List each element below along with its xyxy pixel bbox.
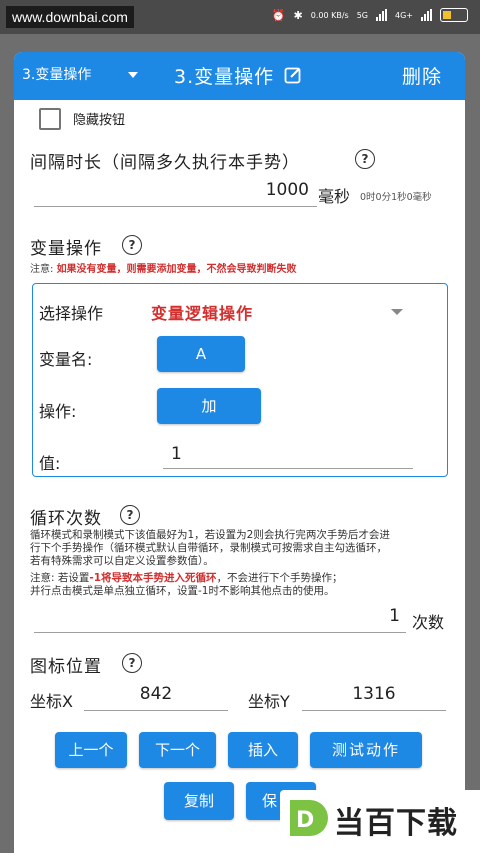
gesture-edit-dialog: 3.变量操作 3.变量操作 删除 隐藏按钮 间隔时长（间隔多久执行本手势） ? …	[14, 52, 465, 853]
note-warning-text: 如果没有变量，则需要添加变量，不然会导致判断失败	[56, 264, 297, 275]
signal-icon-2	[421, 9, 432, 21]
next-button[interactable]: 下一个	[139, 732, 216, 768]
coord-x-value: 842	[139, 684, 173, 704]
watermark-text: 当百下载	[334, 806, 458, 841]
alarm-icon: ⏰	[271, 8, 286, 22]
select-op-label: 选择操作	[39, 304, 104, 323]
coord-y-label: 坐标Y	[248, 692, 290, 711]
test-action-button[interactable]: 测试动作	[310, 732, 422, 768]
note-warning-text: -1将导致本手势进入死循环	[89, 572, 217, 584]
site-watermark-label: www.downbai.com	[6, 6, 134, 28]
help-icon[interactable]: ?	[122, 653, 142, 673]
value-input-text: 1	[171, 444, 182, 464]
interval-value: 1000	[265, 180, 309, 200]
loop-note: 注意: 若设置-1将导致本手势进入死循环，不会进行下个手势操作； 并行点击模式是…	[30, 572, 455, 598]
help-icon[interactable]: ?	[355, 149, 375, 169]
help-icon[interactable]: ?	[122, 235, 142, 255]
prev-button[interactable]: 上一个	[55, 732, 127, 768]
interval-breakdown: 0时0分1秒0毫秒	[360, 192, 432, 203]
loop-desc-line: 循环模式和录制模式下该值最好为1，若设置为2则会执行完两次手势后才会进	[30, 529, 390, 541]
edit-icon[interactable]	[284, 66, 302, 84]
help-icon[interactable]: ?	[120, 505, 140, 525]
note-suffix: ，不会进行下个手势操作；	[216, 572, 343, 584]
coord-x-label: 坐标X	[30, 692, 73, 711]
value-input[interactable]: 1	[163, 444, 413, 469]
interval-input[interactable]: 1000	[34, 180, 317, 207]
loop-count-value: 1	[389, 606, 400, 626]
var-name-label: 变量名:	[39, 350, 93, 369]
note-prefix: 注意:	[30, 264, 54, 275]
dropdown-caret-icon[interactable]	[128, 72, 138, 78]
hide-button-checkbox[interactable]	[39, 108, 61, 130]
watermark-badge: D 当百下载	[280, 790, 480, 853]
loop-unit: 次数	[412, 613, 445, 632]
interval-unit: 毫秒	[318, 187, 351, 206]
loop-title: 循环次数	[30, 509, 102, 529]
coord-x-input[interactable]: 842	[84, 684, 228, 711]
network-5g-label: 5G	[356, 10, 368, 20]
gesture-select[interactable]: 3.变量操作	[22, 64, 91, 84]
delete-button[interactable]: 删除	[402, 62, 442, 89]
op-type-select[interactable]: 变量逻辑操作	[151, 300, 253, 324]
signal-icon	[376, 9, 387, 21]
dialog-header: 3.变量操作 3.变量操作 删除	[14, 52, 465, 100]
variable-op-note: 注意: 如果没有变量，则需要添加变量，不然会导致判断失败	[30, 260, 297, 275]
hide-button-label: 隐藏按钮	[73, 113, 126, 128]
bluetooth-icon: ✱	[293, 8, 303, 22]
interval-title: 间隔时长（间隔多久执行本手势）	[30, 153, 300, 173]
loop-desc-line: 行下个手势操作（循环模式默认自带循环，录制模式可按需求自主勾选循环，	[30, 542, 387, 554]
loop-description: 循环模式和录制模式下该值最好为1，若设置为2则会执行完两次手势后才会进 行下个手…	[30, 529, 455, 568]
status-icons: ⏰ ✱ 0.00 KB/s 5G 4G+	[272, 8, 468, 22]
var-name-button[interactable]: A	[157, 336, 245, 372]
loop-note-line2: 并行点击模式是单点独立循环，设置-1时不影响其他点击的使用。	[30, 585, 335, 597]
variable-op-panel: 选择操作 变量逻辑操作 变量名: A 操作: 加 值: 1	[32, 283, 448, 477]
icon-position-title: 图标位置	[30, 657, 102, 677]
operation-button[interactable]: 加	[157, 388, 261, 424]
note-prefix: 注意: 若设置	[30, 572, 90, 584]
loop-note-line1: 注意: 若设置-1将导致本手势进入死循环，不会进行下个手势操作；	[30, 572, 455, 585]
svg-text:D: D	[296, 808, 314, 833]
loop-desc-line: 若有特殊需求可以自定义设置参数值）。	[30, 555, 214, 567]
variable-op-title: 变量操作	[30, 239, 102, 259]
insert-button[interactable]: 插入	[228, 732, 298, 768]
coord-y-value: 1316	[352, 684, 396, 704]
copy-button[interactable]: 复制	[164, 782, 234, 820]
operation-label: 操作:	[39, 402, 77, 421]
dropdown-caret-icon[interactable]	[391, 309, 403, 315]
network-4g-label: 4G+	[395, 10, 413, 20]
watermark-logo-icon: D	[290, 800, 328, 836]
loop-count-input[interactable]: 1	[34, 606, 406, 633]
net-speed: 0.00 KB/s	[310, 10, 349, 20]
value-label: 值:	[39, 454, 61, 473]
coord-y-input[interactable]: 1316	[302, 684, 446, 711]
dialog-title: 3.变量操作	[174, 66, 275, 88]
status-bar: www.downbai.com ⏰ ✱ 0.00 KB/s 5G 4G+	[0, 0, 480, 34]
battery-icon	[440, 8, 468, 22]
